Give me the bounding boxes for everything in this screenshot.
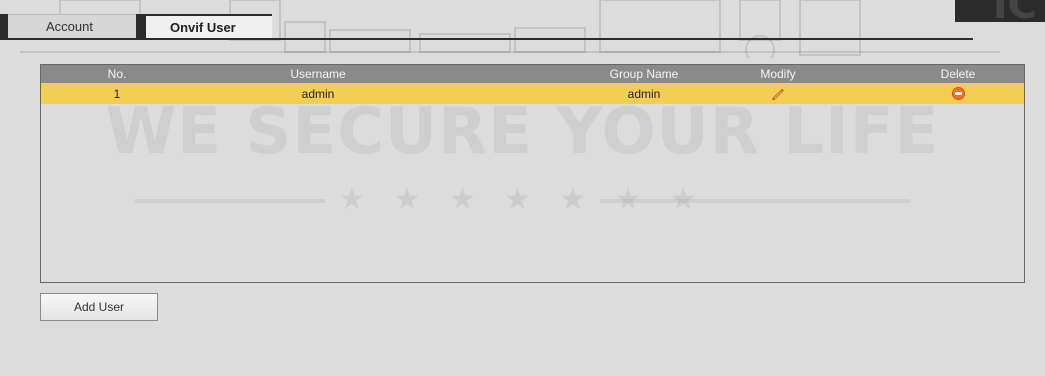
row-no: 1 <box>113 86 121 101</box>
onvif-user-page: WE SECURE YOUR LIFE ★ ★ ★ ★ ★ ★ ★ IC Acc… <box>0 0 1045 376</box>
table-row[interactable]: 1 admin admin <box>41 83 1024 104</box>
delete-icon <box>951 87 965 101</box>
onvif-user-table: No. Username Group Name Modify Delete 1 … <box>40 64 1025 283</box>
add-user-button[interactable]: Add User <box>40 293 158 321</box>
tab-bar: Account Onvif User <box>0 0 1045 40</box>
pencil-icon <box>772 88 784 100</box>
tab-divider <box>136 14 146 40</box>
row-username: admin <box>301 86 335 101</box>
tab-bar-edge <box>0 14 8 40</box>
tab-account[interactable]: Account <box>8 14 136 40</box>
tab-bar-underline <box>8 38 973 40</box>
table-header: No. Username Group Name Modify Delete <box>41 65 1024 83</box>
header-username: Username <box>290 67 346 81</box>
delete-button[interactable] <box>898 86 1018 101</box>
header-delete: Delete <box>940 67 976 81</box>
tab-onvif-user[interactable]: Onvif User <box>146 14 272 40</box>
header-no: No. <box>107 67 127 81</box>
header-modify: Modify <box>760 67 796 81</box>
modify-button[interactable] <box>718 85 838 101</box>
